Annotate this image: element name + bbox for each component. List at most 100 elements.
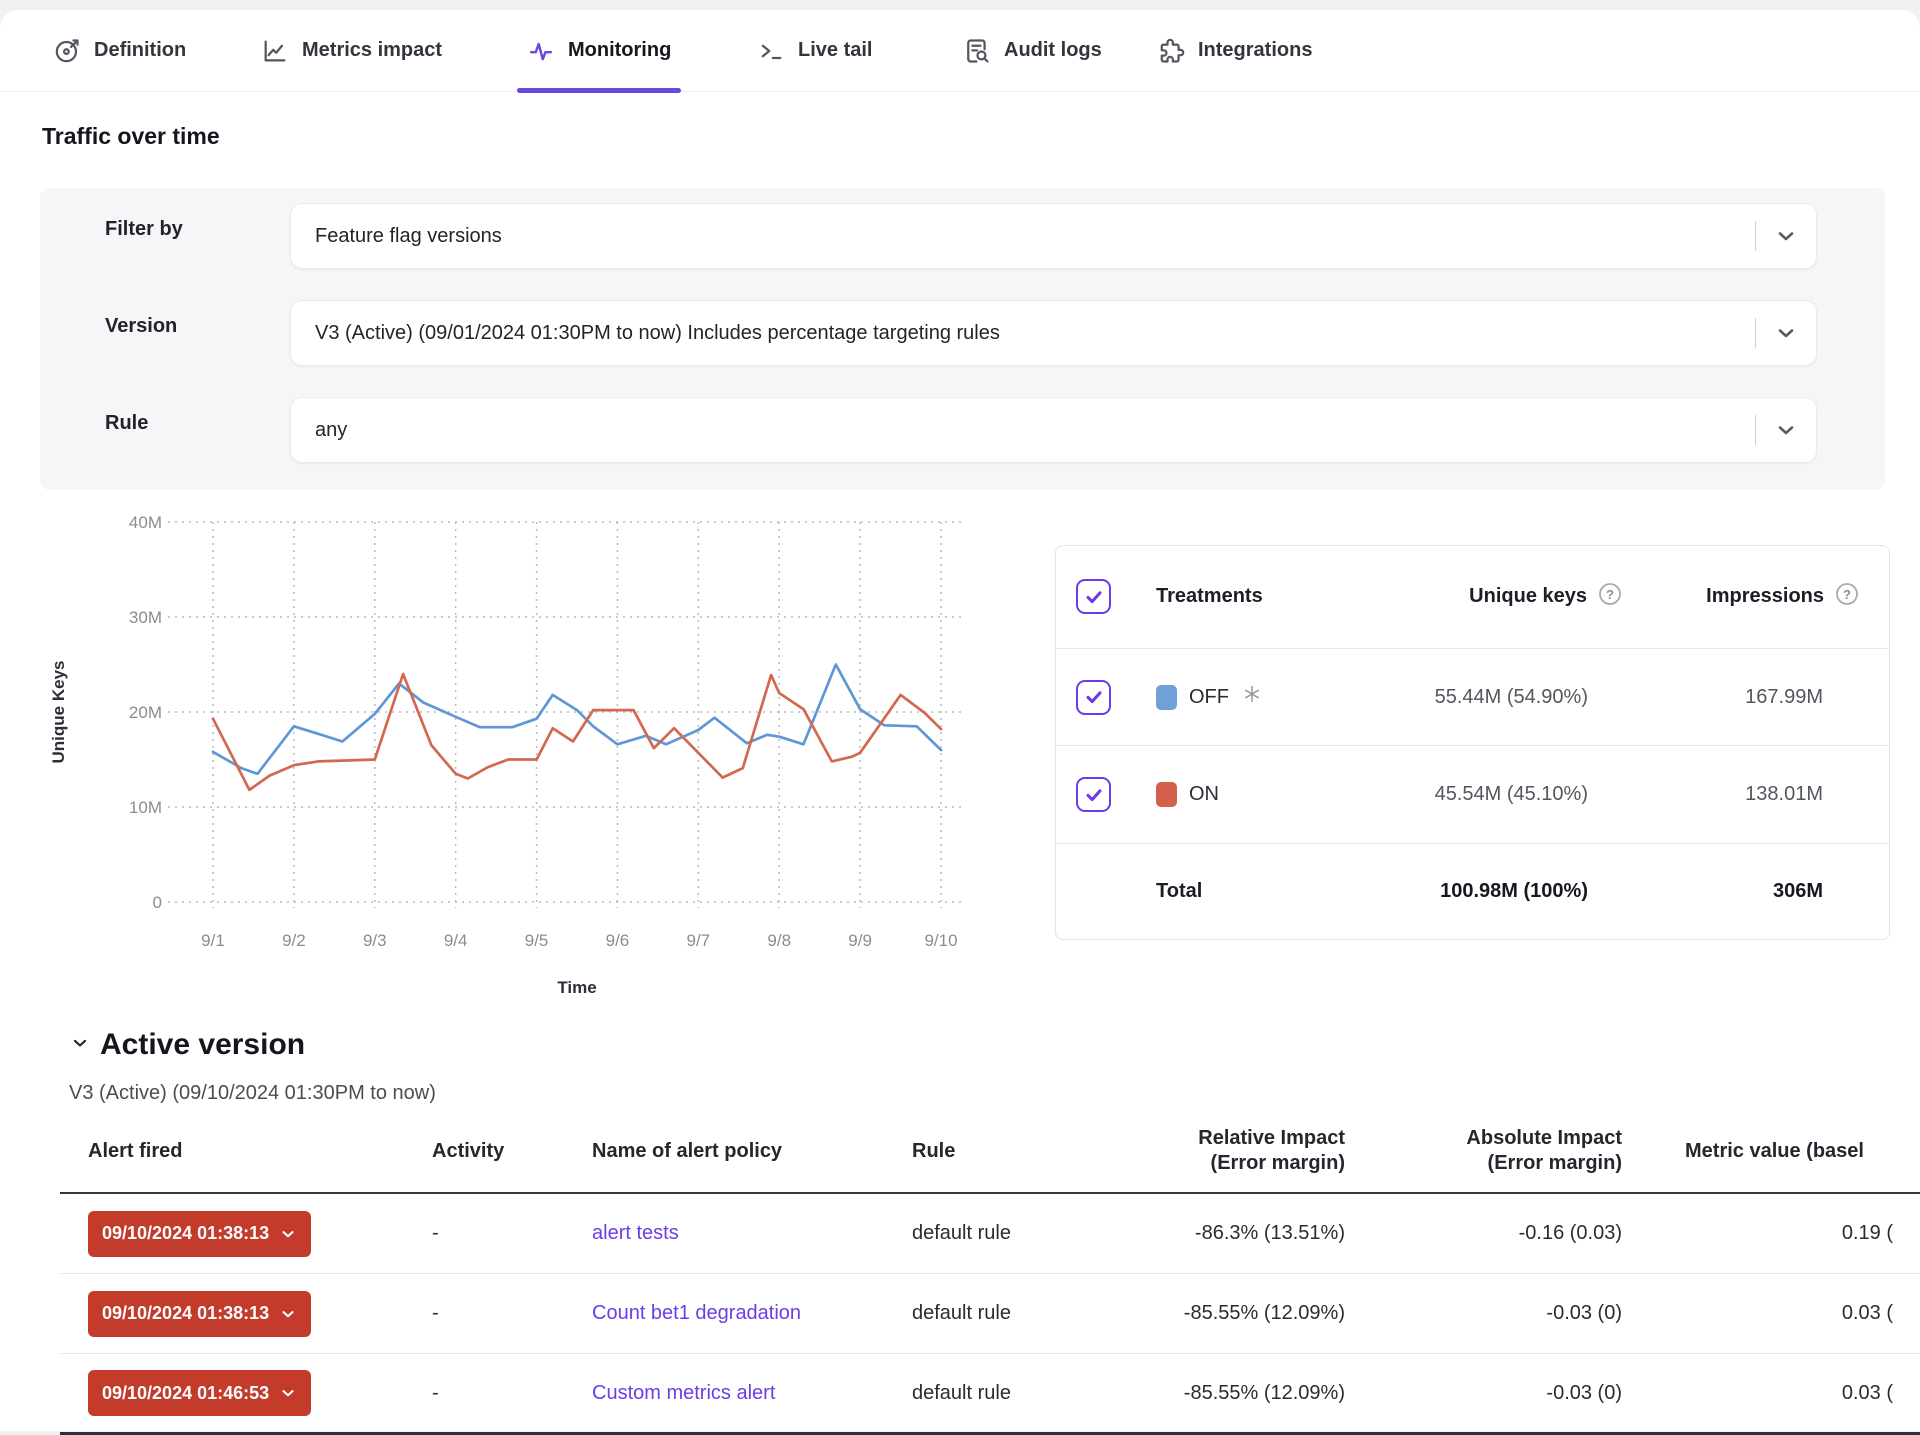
alert-metric-value: 0.19 ( <box>1622 1222 1920 1245</box>
tab-metrics-impact[interactable]: Metrics impact <box>251 10 452 91</box>
tab-definition-label: Definition <box>94 39 186 62</box>
svg-text:9/9: 9/9 <box>848 931 872 950</box>
col-policy: Name of alert policy <box>592 1139 912 1164</box>
treatments-total-row: Total 100.98M (100%) 306M <box>1056 844 1889 939</box>
col-rule: Rule <box>912 1139 1125 1164</box>
active-version-toggle[interactable]: Active version <box>70 1028 305 1062</box>
on-unique-keys: 45.54M (45.10%) <box>1435 783 1588 806</box>
active-version-title: Active version <box>100 1028 305 1062</box>
treatments-title: Treatments <box>1156 585 1323 608</box>
off-impressions: 167.99M <box>1745 686 1823 709</box>
svg-text:20M: 20M <box>129 703 162 722</box>
alert-activity: - <box>432 1222 592 1245</box>
svg-text:9/7: 9/7 <box>687 931 711 950</box>
alert-relative-impact: -85.55% (12.09%) <box>1125 1382 1345 1405</box>
chevron-down-icon <box>279 1225 297 1243</box>
active-version-subtitle: V3 (Active) (09/10/2024 01:30PM to now) <box>69 1082 436 1105</box>
alert-absolute-impact: -0.16 (0.03) <box>1345 1222 1622 1245</box>
tab-metrics-impact-label: Metrics impact <box>302 39 442 62</box>
svg-text:?: ? <box>1606 587 1614 602</box>
total-impressions: 306M <box>1773 880 1823 903</box>
tab-integrations[interactable]: Integrations <box>1147 10 1322 91</box>
alert-policy-link[interactable]: alert tests <box>592 1222 679 1244</box>
help-icon[interactable]: ? <box>1597 581 1623 612</box>
rule-select[interactable]: any <box>290 397 1817 463</box>
treatment-off-checkbox[interactable] <box>1076 680 1111 715</box>
col-relative-impact: Relative Impact(Error margin) <box>1125 1126 1345 1176</box>
off-series-swatch <box>1156 685 1177 710</box>
treatment-on-checkbox[interactable] <box>1076 777 1111 812</box>
svg-text:9/8: 9/8 <box>767 931 791 950</box>
svg-text:9/4: 9/4 <box>444 931 468 950</box>
svg-text:30M: 30M <box>129 608 162 627</box>
treatment-on-label: ON <box>1189 783 1219 806</box>
alert-metric-value: 0.03 ( <box>1622 1382 1920 1405</box>
help-icon[interactable]: ? <box>1834 581 1860 612</box>
integrations-icon <box>1157 37 1185 65</box>
svg-text:9/6: 9/6 <box>606 931 630 950</box>
svg-text:40M: 40M <box>129 513 162 532</box>
svg-text:0: 0 <box>153 893 162 912</box>
filter-by-label: Filter by <box>105 218 183 241</box>
treatments-card: Treatments Unique keys ? Impressions ? O… <box>1055 545 1890 940</box>
version-select[interactable]: V3 (Active) (09/01/2024 01:30PM to now) … <box>290 300 1817 366</box>
tab-audit-logs-label: Audit logs <box>1004 39 1102 62</box>
alert-row: 09/10/2024 01:38:13 - Count bet1 degrada… <box>60 1274 1920 1354</box>
alert-relative-impact: -85.55% (12.09%) <box>1125 1302 1345 1325</box>
tab-definition[interactable]: Definition <box>43 10 196 91</box>
tab-monitoring-label: Monitoring <box>568 39 671 62</box>
live-tail-icon <box>757 37 785 65</box>
alert-absolute-impact: -0.03 (0) <box>1345 1302 1622 1325</box>
metrics-impact-icon <box>261 37 289 65</box>
page-title: Traffic over time <box>42 123 220 150</box>
svg-text:Time: Time <box>557 978 596 997</box>
treatments-all-checkbox[interactable] <box>1076 579 1111 614</box>
filter-panel: Filter by Feature flag versions Version … <box>40 188 1885 490</box>
version-label: Version <box>105 315 177 338</box>
alert-row: 09/10/2024 01:46:53 - Custom metrics ale… <box>60 1354 1920 1435</box>
treatments-header-row: Treatments Unique keys ? Impressions ? <box>1056 546 1889 649</box>
tab-audit-logs[interactable]: Audit logs <box>953 10 1112 91</box>
chevron-down-icon <box>1756 224 1816 248</box>
treatment-off-label: OFF <box>1189 686 1229 709</box>
rule-value: any <box>291 419 1755 442</box>
alert-fired-badge[interactable]: 09/10/2024 01:38:13 <box>88 1291 311 1337</box>
default-treatment-asterisk-icon <box>1241 683 1263 711</box>
main-panel: Definition Metrics impact Monitoring Liv… <box>0 10 1920 1431</box>
chevron-down-icon <box>1756 321 1816 345</box>
rule-label: Rule <box>105 412 148 435</box>
alert-fired-badge[interactable]: 09/10/2024 01:38:13 <box>88 1211 311 1257</box>
alert-relative-impact: -86.3% (13.51%) <box>1125 1222 1345 1245</box>
total-label: Total <box>1156 880 1323 903</box>
alert-row: 09/10/2024 01:38:13 - alert tests defaul… <box>60 1194 1920 1274</box>
svg-text:10M: 10M <box>129 798 162 817</box>
alert-rule: default rule <box>912 1382 1125 1405</box>
col-alert-fired: Alert fired <box>88 1139 432 1164</box>
treatment-row-on: ON 45.54M (45.10%) 138.01M <box>1056 746 1889 844</box>
tab-integrations-label: Integrations <box>1198 39 1312 62</box>
alert-policy-link[interactable]: Custom metrics alert <box>592 1382 775 1404</box>
tab-live-tail[interactable]: Live tail <box>747 10 882 91</box>
svg-text:Unique Keys: Unique Keys <box>49 661 68 764</box>
svg-text:9/2: 9/2 <box>282 931 306 950</box>
audit-logs-icon <box>963 37 991 65</box>
traffic-line-chart: 010M20M30M40M9/19/29/39/49/59/69/79/89/9… <box>40 505 1000 1005</box>
filter-by-select[interactable]: Feature flag versions <box>290 203 1817 269</box>
svg-text:9/1: 9/1 <box>201 931 225 950</box>
on-series-swatch <box>1156 782 1177 807</box>
chevron-down-icon <box>70 1033 90 1058</box>
alerts-header-row: Alert fired Activity Name of alert polic… <box>60 1110 1920 1194</box>
alerts-table: Alert fired Activity Name of alert polic… <box>60 1110 1920 1435</box>
col-absolute-impact: Absolute Impact(Error margin) <box>1345 1126 1622 1176</box>
tab-monitoring[interactable]: Monitoring <box>517 10 681 91</box>
on-impressions: 138.01M <box>1745 783 1823 806</box>
unique-keys-header: Unique keys <box>1469 585 1587 608</box>
chevron-down-icon <box>1756 418 1816 442</box>
alert-fired-badge[interactable]: 09/10/2024 01:46:53 <box>88 1370 311 1416</box>
svg-text:9/5: 9/5 <box>525 931 549 950</box>
chevron-down-icon <box>279 1305 297 1323</box>
off-unique-keys: 55.44M (54.90%) <box>1435 686 1588 709</box>
alert-absolute-impact: -0.03 (0) <box>1345 1382 1622 1405</box>
alert-policy-link[interactable]: Count bet1 degradation <box>592 1302 801 1324</box>
chevron-down-icon <box>279 1384 297 1402</box>
